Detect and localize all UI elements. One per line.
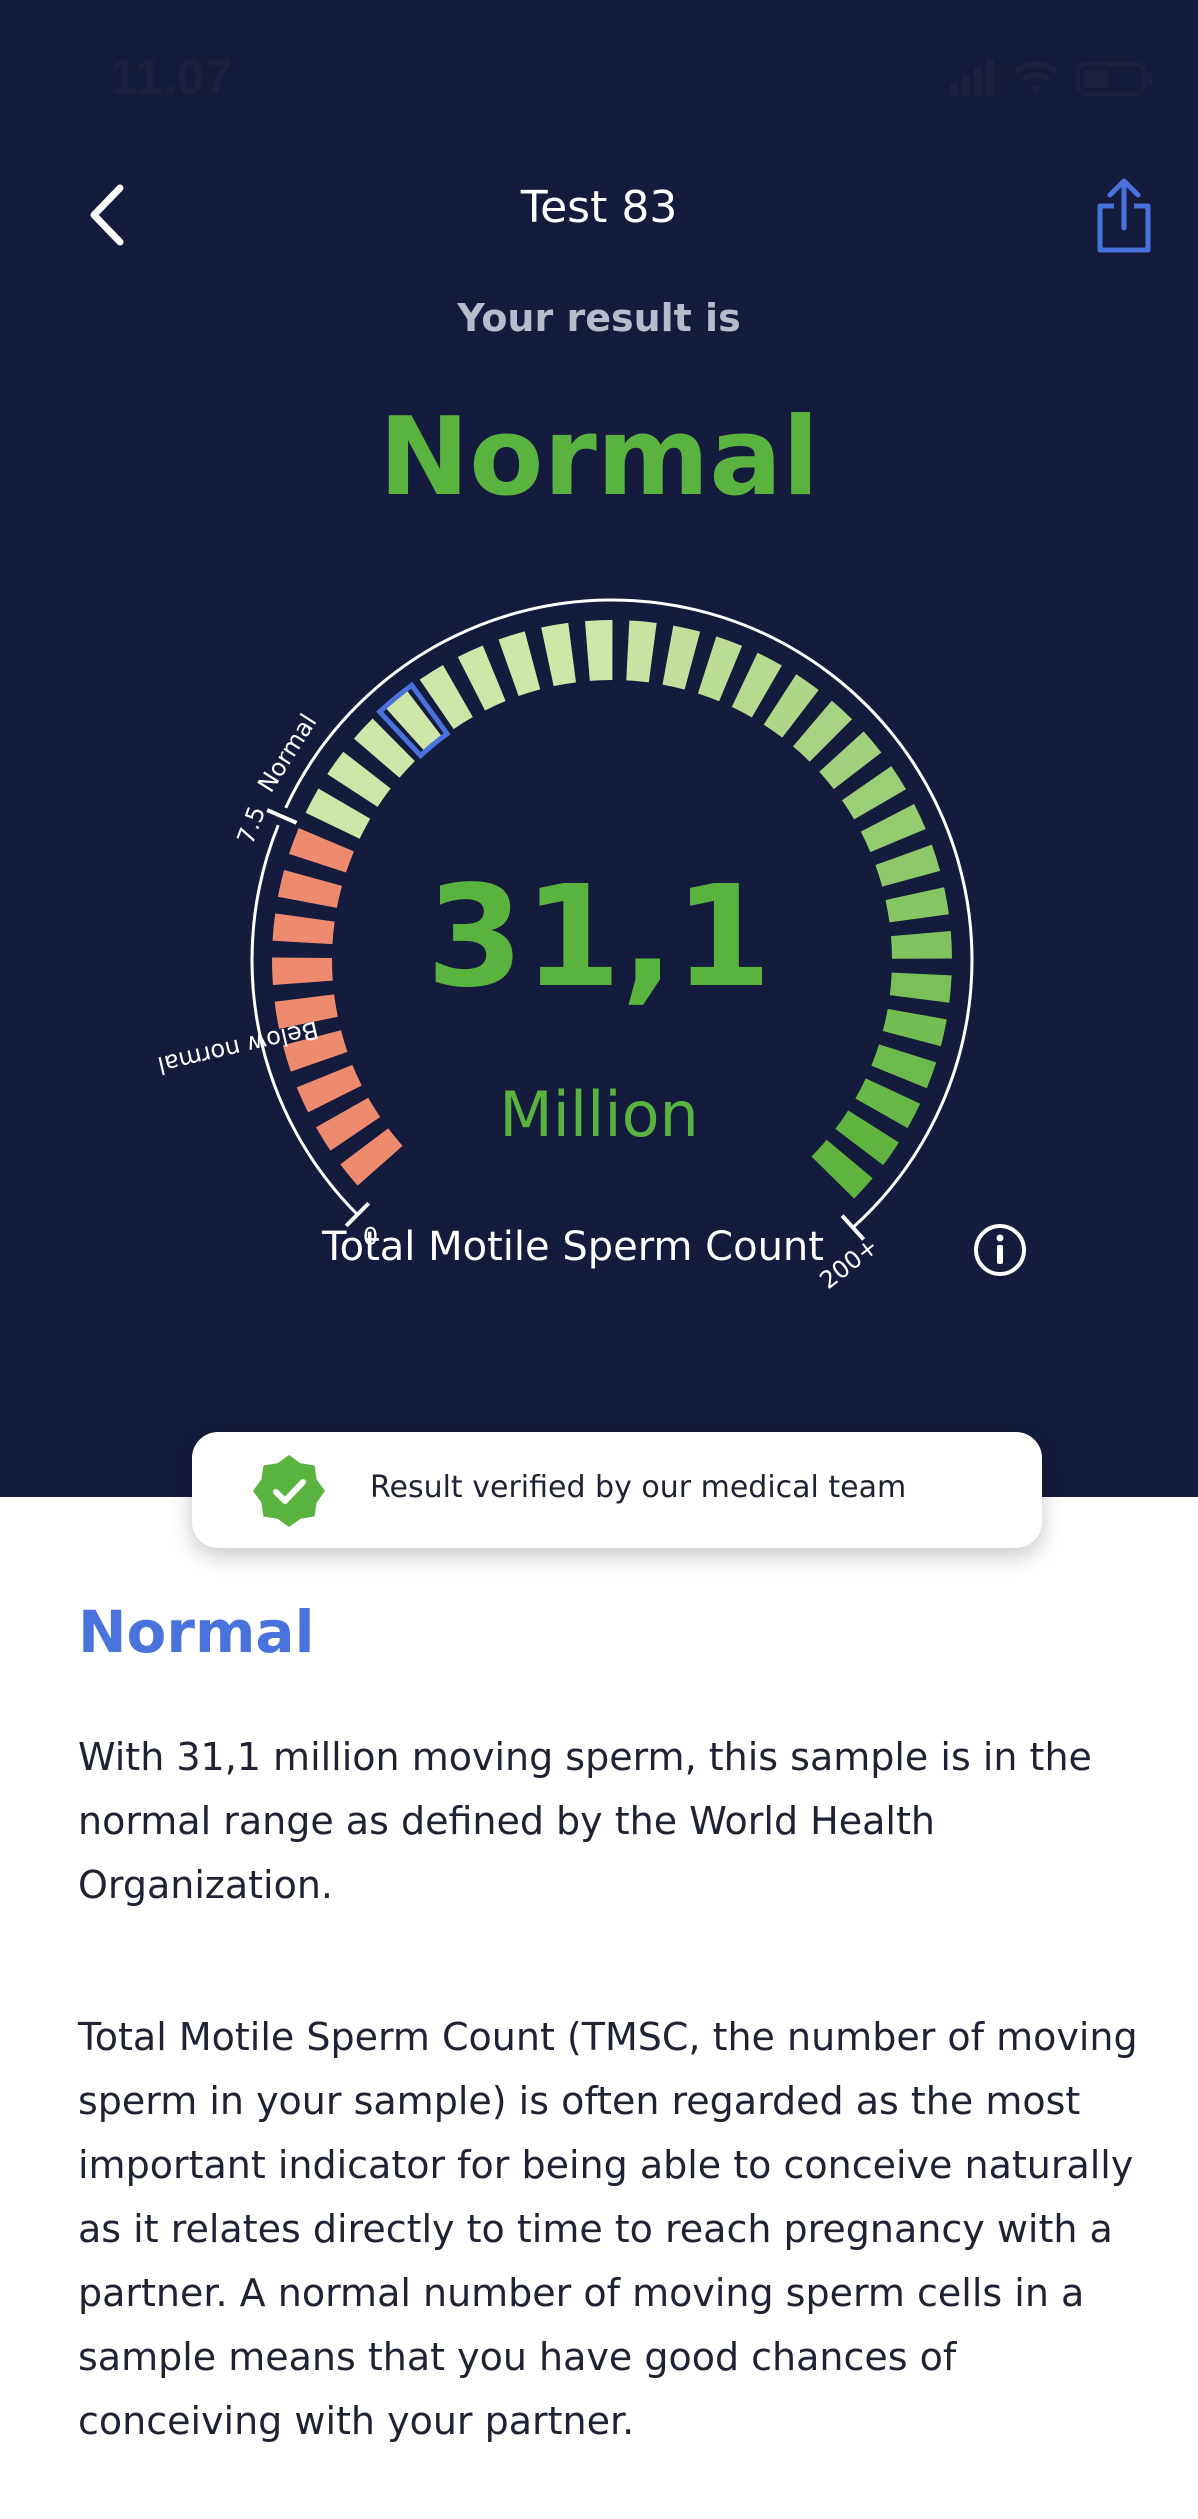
gauge-segment-normal [585, 620, 613, 681]
gauge-value: 31,1 [426, 856, 772, 1019]
gauge-segment-normal [860, 804, 926, 853]
verification-banner: Result verified by our medical team [192, 1432, 1042, 1548]
gauge-label-threshold: 7.5 [232, 802, 272, 848]
gauge-segment-normal [541, 622, 576, 687]
result-header: 11.07 Test 83 Your result is Normal Norm… [0, 0, 1198, 1497]
info-icon[interactable] [972, 1222, 1028, 1278]
gauge-segment-normal [626, 620, 657, 683]
gauge-segment-normal [662, 625, 701, 690]
gauge-segment-normal [731, 652, 782, 718]
gauge-tick-threshold [266, 808, 298, 825]
details-title: Normal [78, 1598, 315, 1666]
gauge-segment-normal [498, 631, 541, 697]
details-paragraph-1: With 31,1 million moving sperm, this sam… [78, 1735, 1092, 1907]
metric-label: Total Motile Sperm Count [322, 1224, 824, 1270]
gauge-label-max: 200+ [814, 1232, 883, 1295]
gauge-label-below-normal: Below normal [155, 1015, 321, 1079]
verification-text: Result verified by our medical team [370, 1470, 907, 1505]
verified-badge-icon [253, 1455, 325, 1527]
gauge-unit: Million [499, 1078, 699, 1151]
gauge-segment-normal [697, 636, 743, 702]
details-paragraph-2: Total Motile Sperm Count (TMSC, the numb… [78, 2015, 1138, 2443]
gauge-label-normal: Normal [252, 709, 322, 797]
gauge-segment-normal [305, 788, 371, 839]
gauge-segment-normal [457, 645, 506, 711]
